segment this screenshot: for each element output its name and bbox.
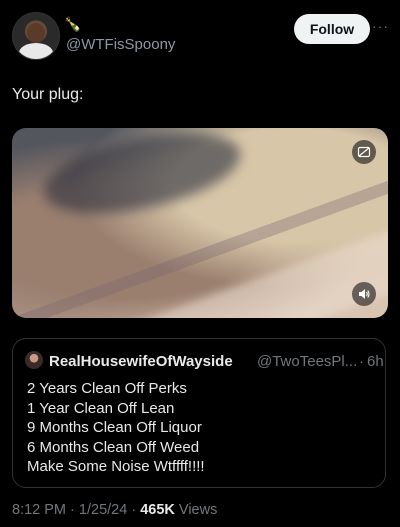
quoted-line: 9 Months Clean Off Liquor	[27, 419, 202, 436]
quoted-avatar	[25, 351, 43, 369]
video-player[interactable]	[12, 128, 388, 318]
quoted-line: 6 Months Clean Off Weed	[27, 438, 200, 456]
quoted-line: Make Some Noise Wtffff!!!!	[27, 458, 205, 475]
more-horizontal-icon[interactable]: ···	[372, 18, 390, 34]
avatar-face	[27, 23, 45, 43]
tweet-header: 🍾 @WTFisSpoony Follow ···	[12, 12, 388, 60]
avatar[interactable]	[12, 12, 60, 60]
post-time[interactable]: 8:12 PM	[12, 502, 66, 518]
quoted-text: 2 Years Clean Off Perks 1 Year Clean Off…	[27, 379, 205, 477]
name-emoji: 🍾	[64, 16, 82, 32]
quoted-tweet[interactable]: RealHousewifeOfWayside @TwoTeesPl... · 6…	[12, 338, 386, 488]
quoted-separator: ·	[359, 353, 364, 370]
meta-separator: ·	[131, 502, 137, 518]
tweet-meta: 8:12 PM · 1/25/24 · 465K Views	[12, 502, 217, 518]
views-count: 465K	[140, 502, 175, 518]
quoted-time: 6h	[367, 353, 384, 370]
video-frame-shape	[131, 215, 388, 318]
post-text: Your plug:	[12, 86, 84, 103]
author-handle[interactable]: @WTFisSpoony	[66, 36, 175, 53]
meta-separator: ·	[70, 502, 75, 518]
post-date[interactable]: 1/25/24	[79, 502, 127, 518]
quoted-line: 1 Year Clean Off Lean	[27, 399, 175, 417]
volume-icon[interactable]	[352, 282, 376, 306]
video-frame-shape	[36, 128, 248, 229]
image-toggle-icon[interactable]	[352, 140, 376, 164]
avatar-shirt	[19, 43, 53, 59]
follow-button[interactable]: Follow	[294, 14, 370, 44]
quoted-display-name: RealHousewifeOfWayside	[49, 353, 233, 370]
quoted-line: 2 Years Clean Off Perks	[27, 380, 187, 397]
views-label: Views	[178, 502, 218, 518]
quoted-handle: @TwoTeesPl...	[257, 353, 358, 370]
